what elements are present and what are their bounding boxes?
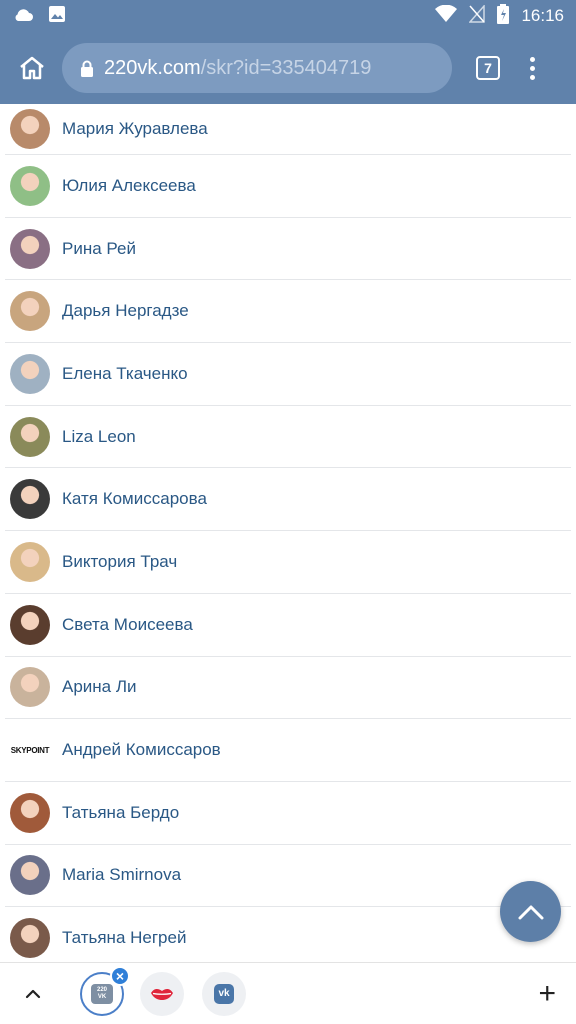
cloud-icon <box>12 6 34 27</box>
person-name-link[interactable]: Арина Ли <box>62 677 137 697</box>
220vk-icon: 220 VK <box>91 983 113 1004</box>
220vk-icon-top: 220 <box>96 986 107 993</box>
person-name-link[interactable]: Maria Smirnova <box>62 865 181 885</box>
close-tab-button[interactable]: × <box>110 965 130 986</box>
tab-switcher-button[interactable]: 7 <box>476 56 500 80</box>
avatar[interactable] <box>10 353 50 394</box>
person-row[interactable]: Татьяна Негрей <box>5 907 571 970</box>
overflow-menu-button[interactable] <box>530 56 535 80</box>
person-row[interactable]: Катя Комиссарова <box>5 468 571 532</box>
people-list: Мария Журавлева Юлия Алексеева Рина Рей Дар… <box>5 104 571 970</box>
person-row[interactable]: SKYPOINT Андрей Комиссаров <box>5 719 571 782</box>
avatar[interactable] <box>10 416 50 457</box>
avatar[interactable] <box>10 855 50 896</box>
tab-lips-site[interactable] <box>140 971 184 1016</box>
avatar[interactable] <box>10 541 50 582</box>
menu-dot <box>530 56 535 62</box>
bottom-tab-bar: 220 VK × vk + <box>0 962 576 1024</box>
url-host: 220vk.com <box>104 56 201 79</box>
person-row[interactable]: Liza Leon <box>5 406 571 469</box>
address-bar[interactable]: 220vk.com/skr?id=335404719 <box>62 43 452 93</box>
clock-time: 16:16 <box>521 6 564 25</box>
image-icon <box>48 5 66 28</box>
220vk-icon-bottom: VK <box>97 993 107 1000</box>
chevron-up-icon <box>25 989 41 998</box>
avatar[interactable] <box>10 792 50 833</box>
battery-icon <box>497 3 510 29</box>
person-row[interactable]: Рина Рей <box>5 218 571 281</box>
avatar[interactable] <box>10 918 50 959</box>
home-icon <box>20 56 44 80</box>
expand-up-button[interactable] <box>18 989 48 999</box>
person-row[interactable]: Елена Ткаченко <box>5 343 571 406</box>
avatar[interactable] <box>10 165 50 206</box>
person-name-link[interactable]: Света Моисеева <box>62 615 193 635</box>
person-name-link[interactable]: Дарья Нергадзе <box>62 301 189 321</box>
avatar[interactable] <box>10 109 50 149</box>
tab-220vk[interactable]: 220 VK × <box>80 965 130 1016</box>
person-name-link[interactable]: Татьяна Негрей <box>62 928 186 948</box>
person-row[interactable]: Юлия Алексеева <box>5 155 571 218</box>
avatar[interactable] <box>10 479 50 520</box>
person-name-link[interactable]: Мария Журавлева <box>62 119 208 139</box>
lock-icon <box>80 60 94 77</box>
person-name-link[interactable]: Liza Leon <box>62 427 136 447</box>
avatar-logo-text: SKYPOINT <box>10 745 50 755</box>
avatar[interactable]: SKYPOINT <box>10 730 50 771</box>
new-tab-button[interactable]: + <box>538 978 556 1009</box>
person-name-link[interactable]: Андрей Комиссаров <box>62 740 221 760</box>
person-row[interactable]: Татьяна Бердо <box>5 782 571 845</box>
person-name-link[interactable]: Виктория Трач <box>62 552 177 572</box>
signal-off-icon <box>468 3 486 28</box>
person-row[interactable]: Дарья Нергадзе <box>5 280 571 344</box>
browser-toolbar: 220vk.com/skr?id=335404719 7 <box>0 32 576 104</box>
avatar[interactable] <box>10 604 50 645</box>
person-name-link[interactable]: Юлия Алексеева <box>62 176 196 196</box>
lips-icon <box>151 988 173 1000</box>
person-row[interactable]: Виктория Трач <box>5 531 571 594</box>
person-name-link[interactable]: Елена Ткаченко <box>62 364 188 384</box>
chevron-up-icon <box>518 905 543 919</box>
vk-icon: vk <box>214 983 234 1004</box>
avatar[interactable] <box>10 667 50 708</box>
person-row[interactable]: Света Моисеева <box>5 594 571 657</box>
avatar[interactable] <box>10 291 50 332</box>
avatar[interactable] <box>10 228 50 269</box>
status-bar: 16:16 <box>0 0 576 32</box>
menu-dot <box>530 74 535 80</box>
person-row[interactable]: Maria Smirnova <box>5 845 571 908</box>
url-path: /skr?id=335404719 <box>200 56 372 79</box>
menu-dot <box>530 65 535 71</box>
tab-vk[interactable]: vk <box>202 971 246 1016</box>
home-button[interactable] <box>2 38 62 98</box>
person-row[interactable]: Мария Журавлева <box>5 104 571 155</box>
person-name-link[interactable]: Рина Рей <box>62 239 136 259</box>
person-row[interactable]: Арина Ли <box>5 657 571 720</box>
person-name-link[interactable]: Татьяна Бердо <box>62 803 179 823</box>
scroll-to-top-button[interactable] <box>500 881 561 942</box>
wifi-icon <box>435 4 458 28</box>
person-name-link[interactable]: Катя Комиссарова <box>62 489 207 509</box>
